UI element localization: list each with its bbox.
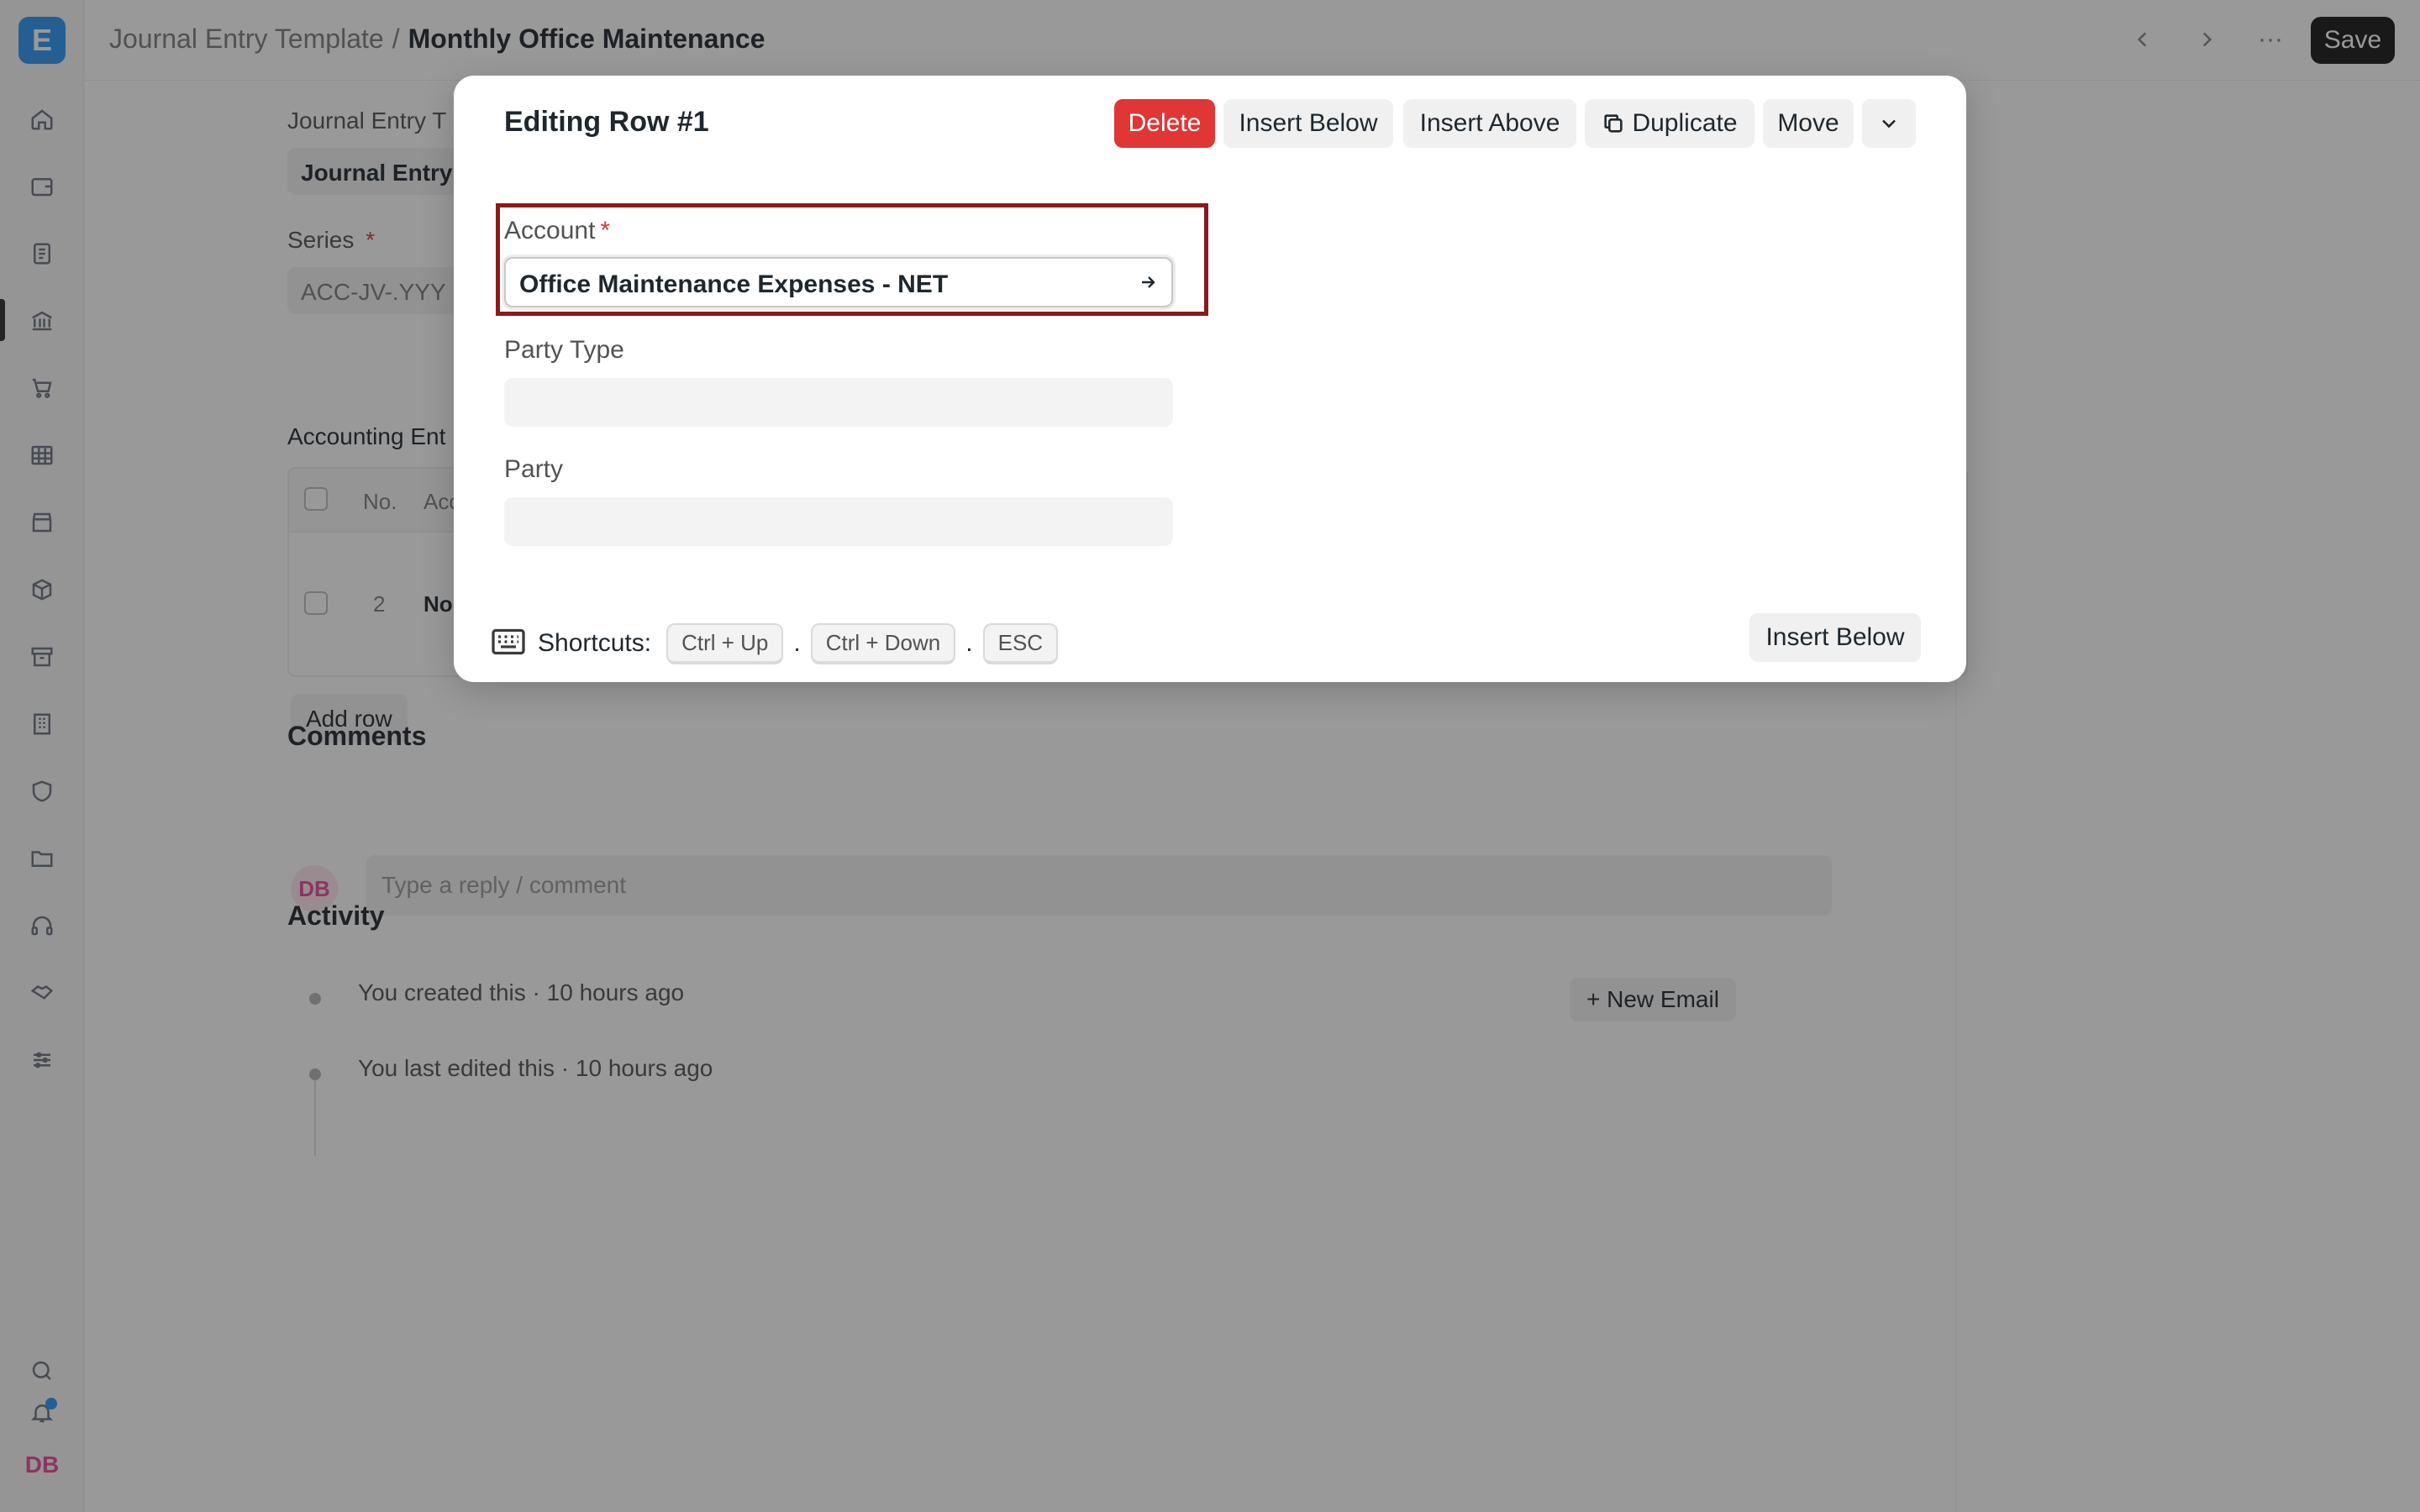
- arrow-right-icon[interactable]: [1138, 272, 1158, 292]
- account-field-value: Office Maintenance Expenses - NET: [519, 270, 949, 298]
- account-required-mark: *: [600, 217, 611, 244]
- footer-insert-below-button[interactable]: Insert Below: [1749, 613, 1921, 662]
- account-label-text: Account: [504, 217, 596, 244]
- dialog-title: Editing Row #1: [504, 106, 709, 138]
- account-label: Account *: [504, 217, 610, 245]
- shortcut-separator: .: [793, 629, 801, 657]
- keyboard-icon: [491, 627, 526, 661]
- shortcut-key: Ctrl + Down: [810, 622, 956, 664]
- move-button[interactable]: Move: [1763, 99, 1854, 148]
- shortcuts-label: Shortcuts:: [538, 629, 652, 657]
- insert-below-button[interactable]: Insert Below: [1223, 99, 1393, 148]
- shortcuts-bar: Shortcuts: Ctrl + Up . Ctrl + Down . ESC: [491, 622, 1059, 665]
- shortcut-separator: .: [965, 629, 973, 657]
- party-label: Party: [504, 455, 564, 483]
- shortcut-key: Ctrl + Up: [666, 622, 784, 664]
- chevron-down-icon: [1882, 119, 1896, 129]
- collapse-dialog-button[interactable]: [1862, 99, 1916, 148]
- edit-row-dialog: Editing Row #1 Delete Insert Below Inser…: [454, 76, 1966, 682]
- delete-button[interactable]: Delete: [1114, 99, 1215, 148]
- duplicate-icon: [1604, 114, 1623, 133]
- insert-above-button[interactable]: Insert Above: [1403, 99, 1576, 148]
- shortcut-key: ESC: [982, 622, 1059, 664]
- duplicate-button[interactable]: Duplicate: [1585, 99, 1754, 148]
- party-type-field[interactable]: [504, 378, 1173, 427]
- party-field[interactable]: [504, 497, 1173, 546]
- duplicate-label: Duplicate: [1632, 109, 1738, 137]
- party-type-label: Party Type: [504, 336, 624, 364]
- account-field[interactable]: Office Maintenance Expenses - NET: [504, 257, 1173, 307]
